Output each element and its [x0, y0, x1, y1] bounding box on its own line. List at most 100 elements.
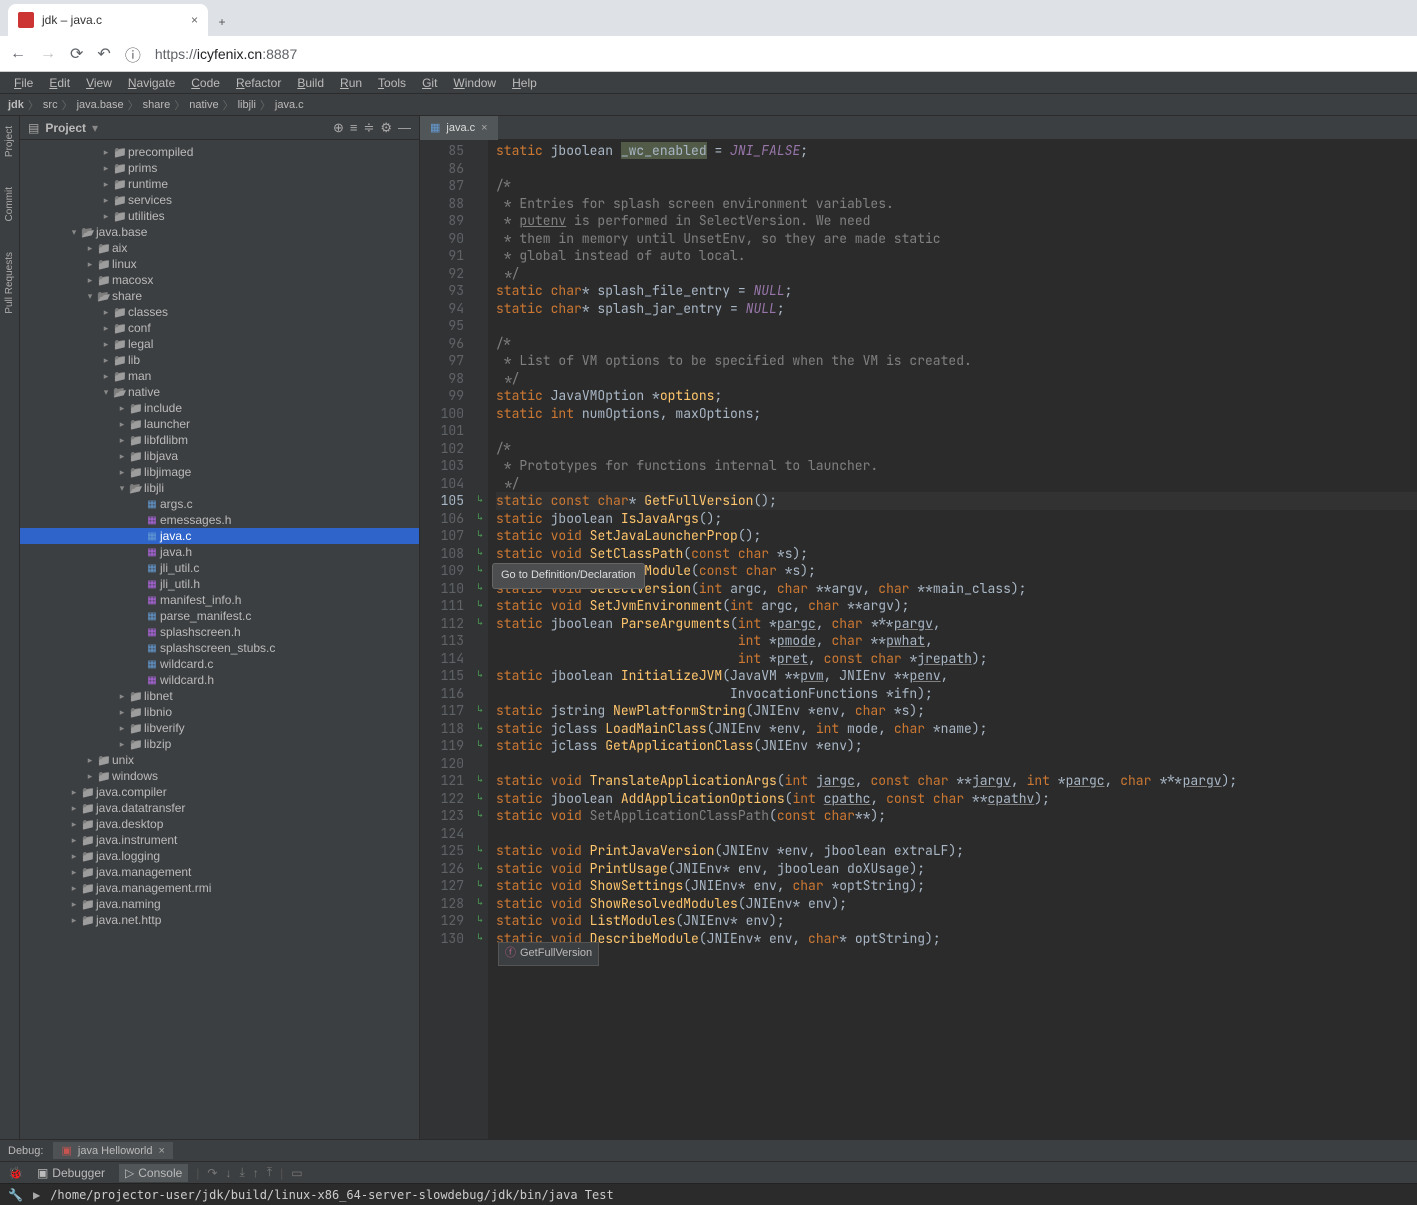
tree-item[interactable]: ▸libzip: [20, 736, 419, 752]
code-line[interactable]: static void DescribeModule(JNIEnv* env, …: [496, 930, 1417, 948]
code-line[interactable]: int *pret, const char *jrepath);: [496, 650, 1417, 668]
chevron-right-icon[interactable]: ▸: [100, 163, 112, 174]
line-number[interactable]: 130: [420, 930, 464, 948]
tree-item[interactable]: ▸precompiled: [20, 144, 419, 160]
line-number[interactable]: 127: [420, 877, 464, 895]
line-number[interactable]: 106: [420, 510, 464, 528]
tree-item[interactable]: ▸prims: [20, 160, 419, 176]
wrench-icon[interactable]: 🔧: [8, 1188, 23, 1202]
line-number[interactable]: 119: [420, 737, 464, 755]
project-tree[interactable]: ▸precompiled▸prims▸runtime▸services▸util…: [20, 140, 419, 1139]
line-number[interactable]: 118: [420, 720, 464, 738]
completion-hint[interactable]: ⓕ GetFullVersion: [498, 942, 599, 966]
chevron-down-icon[interactable]: ▾: [100, 387, 112, 398]
code-line[interactable]: static void ShowSettings(JNIEnv* env, ch…: [496, 877, 1417, 895]
tree-item[interactable]: ▸java.desktop: [20, 816, 419, 832]
crumb-seg[interactable]: libjli: [238, 99, 256, 111]
tree-item[interactable]: jli_util.c: [20, 560, 419, 576]
crumb-seg[interactable]: native: [189, 99, 218, 111]
select-opened-icon[interactable]: ⊕: [333, 120, 344, 136]
chevron-right-icon[interactable]: ▸: [84, 275, 96, 286]
line-number[interactable]: 90: [420, 230, 464, 248]
crumb-seg[interactable]: share: [143, 99, 171, 111]
code-line[interactable]: static void SetApplicationClassPath(cons…: [496, 807, 1417, 825]
tree-item[interactable]: splashscreen.h: [20, 624, 419, 640]
line-number[interactable]: 111: [420, 597, 464, 615]
code-line[interactable]: */: [496, 475, 1417, 493]
line-number[interactable]: 110: [420, 580, 464, 598]
url-field[interactable]: https://icyfenix.cn:8887: [155, 46, 297, 62]
tree-item[interactable]: ▾share: [20, 288, 419, 304]
tree-item[interactable]: ▸services: [20, 192, 419, 208]
rerun-icon[interactable]: ▶: [33, 1188, 40, 1202]
tree-item[interactable]: wildcard.c: [20, 656, 419, 672]
code-body[interactable]: static jboolean _wc_enabled = JNI_FALSE;…: [488, 140, 1417, 1139]
rail-pull-requests[interactable]: Pull Requests: [4, 252, 15, 314]
collapse-all-icon[interactable]: ≑: [363, 120, 374, 136]
code-line[interactable]: [496, 422, 1417, 440]
line-number[interactable]: 98: [420, 370, 464, 388]
rail-commit[interactable]: Commit: [4, 187, 15, 221]
code-line[interactable]: static void SetJvmEnvironment(int argc, …: [496, 597, 1417, 615]
line-number[interactable]: 88: [420, 195, 464, 213]
chevron-right-icon[interactable]: ▸: [84, 771, 96, 782]
line-number[interactable]: 114: [420, 650, 464, 668]
code-line[interactable]: [496, 160, 1417, 178]
line-number[interactable]: 124: [420, 825, 464, 843]
crumb-seg[interactable]: java.c: [275, 99, 304, 111]
step-out-icon[interactable]: ↑: [253, 1166, 259, 1180]
tree-item[interactable]: ▸java.datatransfer: [20, 800, 419, 816]
chevron-right-icon[interactable]: ▸: [68, 787, 80, 798]
line-number[interactable]: 100: [420, 405, 464, 423]
code-line[interactable]: /*: [496, 177, 1417, 195]
chevron-right-icon[interactable]: ▸: [116, 403, 128, 414]
code-line[interactable]: static char* splash_file_entry = NULL;: [496, 282, 1417, 300]
site-info-icon[interactable]: ⓘ: [125, 42, 141, 66]
line-number[interactable]: 103: [420, 457, 464, 475]
line-number[interactable]: 120: [420, 755, 464, 773]
code-line[interactable]: static void SetClassPath(const char *s);: [496, 545, 1417, 563]
chevron-right-icon[interactable]: ▸: [100, 371, 112, 382]
line-number[interactable]: 92: [420, 265, 464, 283]
chevron-right-icon[interactable]: ▸: [116, 435, 128, 446]
menu-code[interactable]: Code: [185, 74, 226, 92]
chevron-right-icon[interactable]: ▸: [100, 339, 112, 350]
line-number[interactable]: 122: [420, 790, 464, 808]
tree-item[interactable]: ▸libjava: [20, 448, 419, 464]
code-line[interactable]: * global instead of auto local.: [496, 247, 1417, 265]
tree-item[interactable]: ▸include: [20, 400, 419, 416]
tree-item[interactable]: ▸macosx: [20, 272, 419, 288]
tree-item[interactable]: ▸libverify: [20, 720, 419, 736]
code-line[interactable]: static jboolean InitializeJVM(JavaVM **p…: [496, 667, 1417, 685]
line-number[interactable]: 108: [420, 545, 464, 563]
bug-icon[interactable]: 🐞: [8, 1166, 23, 1180]
code-line[interactable]: int *pmode, char **pwhat,: [496, 632, 1417, 650]
line-number[interactable]: 117: [420, 702, 464, 720]
menu-help[interactable]: Help: [506, 74, 543, 92]
line-number[interactable]: 107: [420, 527, 464, 545]
chevron-right-icon[interactable]: ▸: [116, 451, 128, 462]
line-number[interactable]: 91: [420, 247, 464, 265]
code-line[interactable]: /*: [496, 335, 1417, 353]
console-tab[interactable]: ▷Console: [119, 1164, 188, 1182]
tree-item[interactable]: ▸runtime: [20, 176, 419, 192]
tree-item[interactable]: ▸legal: [20, 336, 419, 352]
menu-build[interactable]: Build: [291, 74, 330, 92]
run-to-cursor-icon[interactable]: ⤒: [267, 1165, 272, 1180]
tree-item[interactable]: parse_manifest.c: [20, 608, 419, 624]
code-line[interactable]: */: [496, 265, 1417, 283]
menu-git[interactable]: Git: [416, 74, 443, 92]
code-line[interactable]: */: [496, 370, 1417, 388]
code-editor[interactable]: 8586878889909192939495969798991001011021…: [420, 140, 1417, 1139]
chevron-right-icon[interactable]: ▸: [100, 323, 112, 334]
force-step-into-icon[interactable]: ⤓: [239, 1165, 244, 1180]
line-number[interactable]: 116: [420, 685, 464, 703]
hide-icon[interactable]: —: [398, 120, 411, 135]
close-icon[interactable]: ×: [191, 13, 198, 27]
tree-item[interactable]: ▸lib: [20, 352, 419, 368]
chevron-right-icon[interactable]: ▸: [68, 899, 80, 910]
undo-nav-icon[interactable]: ↶: [97, 44, 110, 64]
chevron-right-icon[interactable]: ▸: [100, 147, 112, 158]
tree-item[interactable]: splashscreen_stubs.c: [20, 640, 419, 656]
chevron-right-icon[interactable]: ▸: [116, 739, 128, 750]
